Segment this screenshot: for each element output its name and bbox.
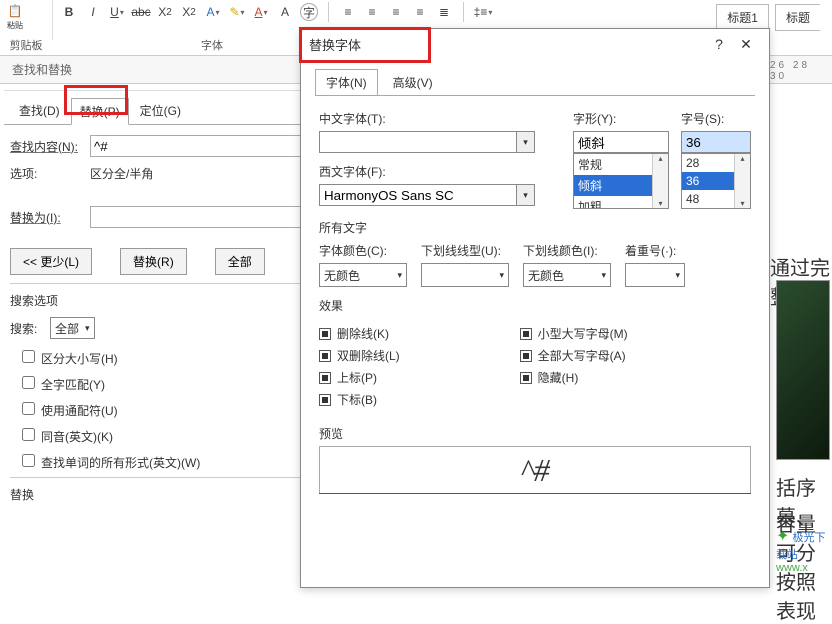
all-text-label: 所有文字 bbox=[319, 219, 751, 236]
font-dialog: 替换字体 ? ✕ 字体(N) 高级(V) 中文字体(T): ▾ 西文字体(F):… bbox=[300, 28, 770, 588]
en-font-dropdown[interactable]: ▾ bbox=[517, 184, 535, 206]
italic-icon[interactable]: I bbox=[84, 3, 102, 21]
tab-advanced[interactable]: 高级(V) bbox=[382, 69, 444, 95]
cn-font-label: 中文字体(T): bbox=[319, 110, 561, 127]
eff-hidden[interactable]: 隐藏(H) bbox=[520, 369, 628, 386]
bold-icon[interactable]: B bbox=[60, 3, 78, 21]
cn-font-input[interactable] bbox=[319, 131, 517, 153]
cn-font-dropdown[interactable]: ▾ bbox=[517, 131, 535, 153]
enclose-char-icon[interactable]: 字 bbox=[300, 3, 318, 21]
dialog-tabs: 字体(N) 高级(V) bbox=[315, 69, 755, 96]
eff-subscript[interactable]: 下标(B) bbox=[319, 391, 400, 408]
size-input[interactable] bbox=[681, 131, 751, 153]
underline-color-label: 下划线颜色(I): bbox=[523, 242, 611, 259]
font-toolbar: B I U▾ abc X2 X2 A▾ ✎▾ A▾ A 字 ≡ ≡ ≡ ≡ ≣ … bbox=[0, 2, 492, 22]
paste-label: 粘贴 bbox=[7, 20, 23, 31]
font-color-select[interactable]: 无颜色 ▾ bbox=[319, 263, 407, 287]
style-input[interactable] bbox=[573, 131, 669, 153]
search-scope-select[interactable]: 全部 ▾ bbox=[50, 317, 95, 339]
eff-allcaps[interactable]: 全部大写字母(A) bbox=[520, 347, 628, 364]
help-button[interactable]: ? bbox=[707, 36, 731, 52]
effects-grid: 删除线(K) 双删除线(L) 上标(P) 下标(B) 小型大写字母(M) 全部大… bbox=[319, 320, 751, 413]
subscript-icon[interactable]: X2 bbox=[156, 3, 174, 21]
align-center-icon[interactable]: ≡ bbox=[363, 3, 381, 21]
preview-box: ^# bbox=[319, 446, 751, 494]
replace-all-button[interactable]: 全部 bbox=[215, 248, 265, 275]
replace-button[interactable]: 替换(R) bbox=[120, 248, 187, 275]
preview-label: 预览 bbox=[319, 425, 751, 442]
options-label: 选项: bbox=[10, 165, 90, 182]
en-font-input[interactable] bbox=[319, 184, 517, 206]
scrollbar[interactable]: ▴▾ bbox=[734, 154, 750, 208]
dialog-title: 替换字体 bbox=[309, 35, 361, 54]
document-image bbox=[776, 280, 830, 460]
font-color-icon[interactable]: A▾ bbox=[252, 3, 270, 21]
underline-style-label: 下划线线型(U): bbox=[421, 242, 509, 259]
tab-goto[interactable]: 定位(G) bbox=[131, 97, 190, 124]
font-color-value: 无颜色 bbox=[324, 267, 360, 284]
tab-font[interactable]: 字体(N) bbox=[315, 69, 378, 95]
align-justify-icon[interactable]: ≡ bbox=[411, 3, 429, 21]
underline-icon[interactable]: U▾ bbox=[108, 3, 126, 21]
style-label: 字形(Y): bbox=[573, 110, 669, 127]
style-heading1[interactable]: 标题1 bbox=[716, 4, 769, 31]
chevron-down-icon: ▾ bbox=[85, 323, 90, 334]
size-listbox[interactable]: 28 36 48 ▴▾ bbox=[681, 153, 751, 209]
chevron-down-icon: ▾ bbox=[397, 270, 402, 281]
dialog-titlebar: 替换字体 ? ✕ bbox=[301, 29, 769, 59]
scrollbar[interactable]: ▴▾ bbox=[652, 154, 668, 208]
align-right-icon[interactable]: ≡ bbox=[387, 3, 405, 21]
highlight-icon[interactable]: ✎▾ bbox=[228, 3, 246, 21]
line-spacing-icon[interactable]: ‡≡▾ bbox=[474, 3, 492, 21]
char-shading-icon[interactable]: A bbox=[276, 3, 294, 21]
dialog-body: 中文字体(T): ▾ 西文字体(F): ▾ 字形(Y): 常规 倾斜 加粗 bbox=[301, 110, 769, 494]
tab-find[interactable]: 查找(D) bbox=[10, 97, 69, 124]
search-scope-value: 全部 bbox=[55, 320, 79, 337]
eff-smallcaps[interactable]: 小型大写字母(M) bbox=[520, 325, 628, 342]
chevron-down-icon: ▾ bbox=[675, 270, 680, 281]
styles-gallery[interactable]: 标题1 标题 bbox=[716, 4, 826, 31]
clipboard-group-label: 剪贴板 bbox=[0, 37, 52, 53]
en-font-label: 西文字体(F): bbox=[319, 163, 561, 180]
close-button[interactable]: ✕ bbox=[731, 36, 761, 53]
style-listbox[interactable]: 常规 倾斜 加粗 ▴▾ bbox=[573, 153, 669, 209]
effects-label: 效果 bbox=[319, 297, 751, 314]
eff-dstrike[interactable]: 双删除线(L) bbox=[319, 347, 400, 364]
find-label: 查找内容(N): bbox=[10, 138, 90, 155]
ruler: 26 28 30 bbox=[770, 60, 830, 82]
less-button[interactable]: << 更少(L) bbox=[10, 248, 92, 275]
document-area: 26 28 30 通过完整的 bbox=[770, 60, 830, 310]
paste-icon: 📋 bbox=[6, 2, 24, 20]
eff-superscript[interactable]: 上标(P) bbox=[319, 369, 400, 386]
distribute-icon[interactable]: ≣ bbox=[435, 3, 453, 21]
underline-color-value: 无颜色 bbox=[528, 267, 564, 284]
size-label: 字号(S): bbox=[681, 110, 751, 127]
font-color-label: 字体颜色(C): bbox=[319, 242, 407, 259]
underline-color-select[interactable]: 无颜色 ▾ bbox=[523, 263, 611, 287]
style-heading[interactable]: 标题 bbox=[775, 4, 820, 31]
replace-with-label: 替换为(I): bbox=[10, 209, 90, 226]
chevron-down-icon: ▾ bbox=[499, 270, 504, 281]
align-left-icon[interactable]: ≡ bbox=[339, 3, 357, 21]
search-scope-label: 搜索: bbox=[10, 320, 50, 337]
separator bbox=[328, 2, 329, 22]
text-effects-icon[interactable]: A▾ bbox=[204, 3, 222, 21]
ribbon-divider bbox=[52, 0, 53, 40]
emphasis-select[interactable]: ▾ bbox=[625, 263, 685, 287]
eff-strike[interactable]: 删除线(K) bbox=[319, 325, 400, 342]
preview-section: 预览 ^# bbox=[319, 425, 751, 494]
preview-text: ^# bbox=[520, 452, 550, 489]
superscript-icon[interactable]: X2 bbox=[180, 3, 198, 21]
paste-button[interactable]: 📋 粘贴 bbox=[6, 2, 24, 31]
search-bar-label: 查找和替换 bbox=[12, 61, 72, 78]
underline-style-select[interactable]: ▾ bbox=[421, 263, 509, 287]
emphasis-label: 着重号(·): bbox=[625, 242, 685, 259]
color-row: 字体颜色(C): 无颜色 ▾ 下划线线型(U): ▾ 下划线颜色(I): 无颜色… bbox=[319, 242, 751, 287]
separator bbox=[463, 2, 464, 22]
chevron-down-icon: ▾ bbox=[601, 270, 606, 281]
watermark-logo: ✦ 极光下载站 www.x bbox=[776, 526, 832, 574]
strike-icon[interactable]: abc bbox=[132, 3, 150, 21]
doc-text: 按照表现 bbox=[776, 566, 832, 624]
tab-replace[interactable]: 替换(P) bbox=[71, 98, 129, 125]
